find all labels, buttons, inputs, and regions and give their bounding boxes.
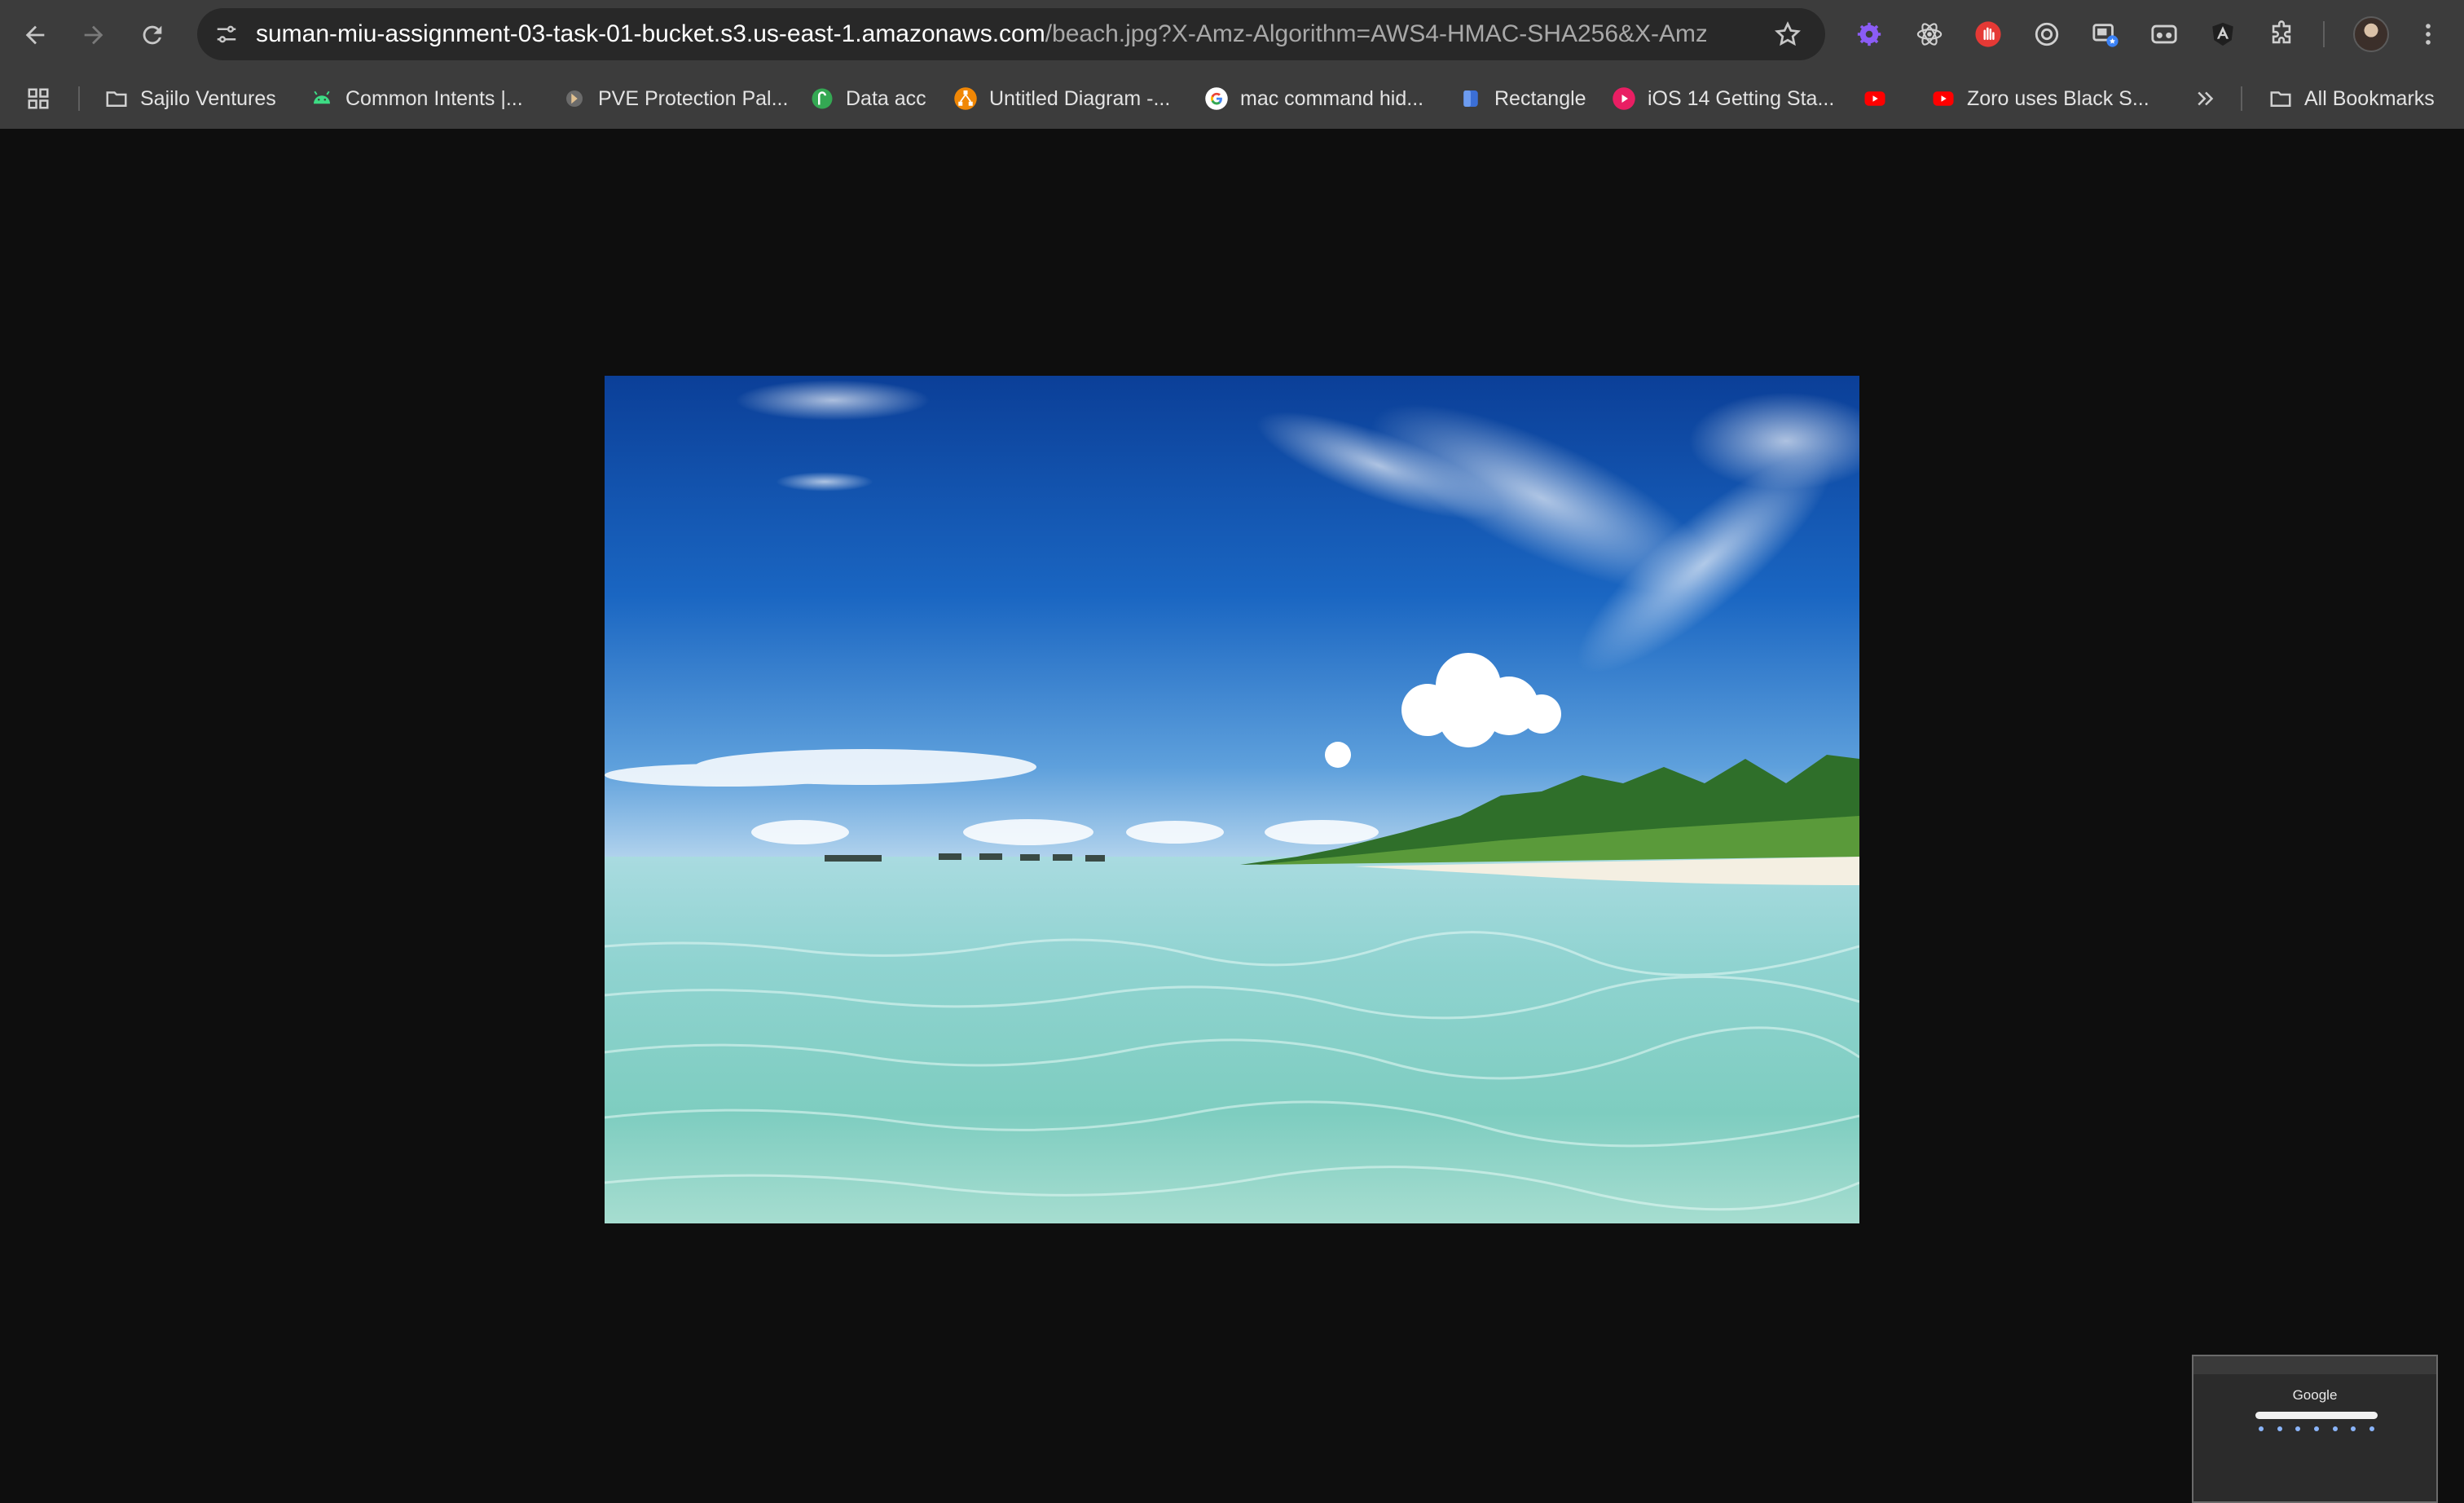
bookmarks-bar: Sajilo Ventures Common Intents |... PVE … [0, 68, 2464, 130]
green-app-icon [812, 88, 833, 109]
bookmark-common-intents[interactable]: Common Intents |... [310, 68, 523, 129]
bookmarks-divider [2241, 86, 2242, 111]
tune-icon [217, 25, 236, 43]
folder-icon [106, 91, 127, 107]
youtube-icon [1933, 91, 1954, 106]
preview-google-logo: Google [2292, 1387, 2338, 1403]
double-chevron-right-icon [2198, 91, 2214, 106]
bookmark-label: Untitled Diagram -... [989, 86, 1171, 110]
bookmark-label: Common Intents |... [345, 86, 523, 110]
angular-icon [2212, 22, 2233, 46]
extension-angular[interactable] [2205, 16, 2241, 52]
folder-icon [2270, 91, 2291, 107]
bookmark-zoro[interactable]: Zoro uses Black S... [1931, 68, 2149, 129]
drawio-icon [954, 87, 977, 110]
star-icon [1775, 21, 1801, 46]
profile-avatar[interactable] [2353, 16, 2389, 52]
all-bookmarks-label: All Bookmarks [2304, 86, 2435, 110]
url-host: suman-miu-assignment-03-task-01-bucket.s… [256, 20, 1045, 47]
back-button[interactable] [16, 16, 54, 54]
browser-menu-button[interactable] [2412, 16, 2444, 52]
purple-gear-icon [1857, 22, 1881, 46]
toolbar-divider [2323, 21, 2325, 47]
browser-toolbar: suman-miu-assignment-03-task-01-bucket.s… [0, 0, 2464, 68]
youtube-icon [1864, 91, 1885, 106]
beach-image[interactable] [605, 376, 1859, 1223]
site-info-button[interactable] [210, 18, 243, 51]
extension-react[interactable] [1912, 16, 1947, 52]
target-icon [2035, 22, 2059, 46]
bookmark-label: mac command hid... [1240, 86, 1424, 110]
bookmark-label: PVE Protection Pal... [598, 86, 789, 110]
extension-target[interactable] [2029, 16, 2065, 52]
bookmarks-divider [78, 86, 80, 111]
react-icon [1916, 23, 1943, 46]
bookmark-star-button[interactable] [1773, 20, 1802, 49]
bookmark-youtube[interactable] [1863, 68, 1887, 129]
address-bar[interactable]: suman-miu-assignment-03-task-01-bucket.s… [197, 8, 1825, 60]
bookmark-pve-protection[interactable]: PVE Protection Pal... [562, 68, 788, 129]
all-bookmarks-button[interactable]: All Bookmarks [2268, 68, 2435, 129]
more-bookmarks-button[interactable] [2193, 68, 2218, 129]
window-badge-icon [2092, 24, 2119, 47]
bookmark-label: iOS 14 Getting Sta... [1648, 86, 1835, 110]
preview-shortcuts [2259, 1426, 2374, 1436]
extension-screen-share[interactable] [2088, 16, 2123, 52]
bookmark-ios14[interactable]: iOS 14 Getting Sta... [1612, 68, 1834, 129]
apps-grid-icon [28, 88, 49, 109]
bookmark-data-acc[interactable]: Data acc [810, 68, 926, 129]
extension-gear[interactable] [1851, 16, 1887, 52]
bookmark-label: Sajilo Ventures [140, 86, 276, 110]
bookmark-sajilo-ventures[interactable]: Sajilo Ventures [104, 68, 276, 129]
rectangle-app-icon [1463, 90, 1478, 107]
preview-search-box [2255, 1412, 2378, 1419]
reload-button[interactable] [134, 16, 171, 54]
beach-photo [605, 376, 1859, 1223]
forward-button[interactable] [75, 16, 112, 54]
ios-video-icon [1613, 87, 1635, 110]
google-icon [1205, 87, 1228, 110]
bookmark-label: Rectangle [1494, 86, 1586, 110]
arrow-left-icon [25, 25, 45, 45]
preview-toolbar [2193, 1356, 2436, 1374]
puzzle-icon [2272, 20, 2291, 44]
kebab-menu-icon [2426, 24, 2431, 45]
window-preview-thumbnail[interactable]: Google [2192, 1355, 2438, 1503]
pve-icon [566, 90, 583, 107]
extension-hand[interactable] [1970, 16, 2006, 52]
bookmark-label: Data acc [846, 86, 926, 110]
glasses-icon [2151, 24, 2177, 44]
extension-incognito[interactable] [2146, 16, 2182, 52]
arrow-right-icon [84, 25, 103, 45]
bookmark-mac-command[interactable]: mac command hid... [1204, 68, 1423, 129]
apps-button[interactable] [26, 68, 51, 129]
image-viewer: Google [0, 129, 2464, 1503]
extensions-menu-button[interactable] [2264, 16, 2299, 52]
url-path: /beach.jpg?X-Amz-Algorithm=AWS4-HMAC-SHA… [1045, 20, 1706, 47]
bookmark-label: Zoro uses Black S... [1967, 86, 2149, 110]
android-icon [314, 90, 330, 104]
bookmark-untitled-diagram[interactable]: Untitled Diagram -... [953, 68, 1170, 129]
hand-stop-icon [1975, 21, 2001, 47]
reload-icon [143, 25, 162, 45]
url-text[interactable]: suman-miu-assignment-03-task-01-bucket.s… [256, 8, 1706, 60]
bookmark-rectangle[interactable]: Rectangle [1459, 68, 1586, 129]
